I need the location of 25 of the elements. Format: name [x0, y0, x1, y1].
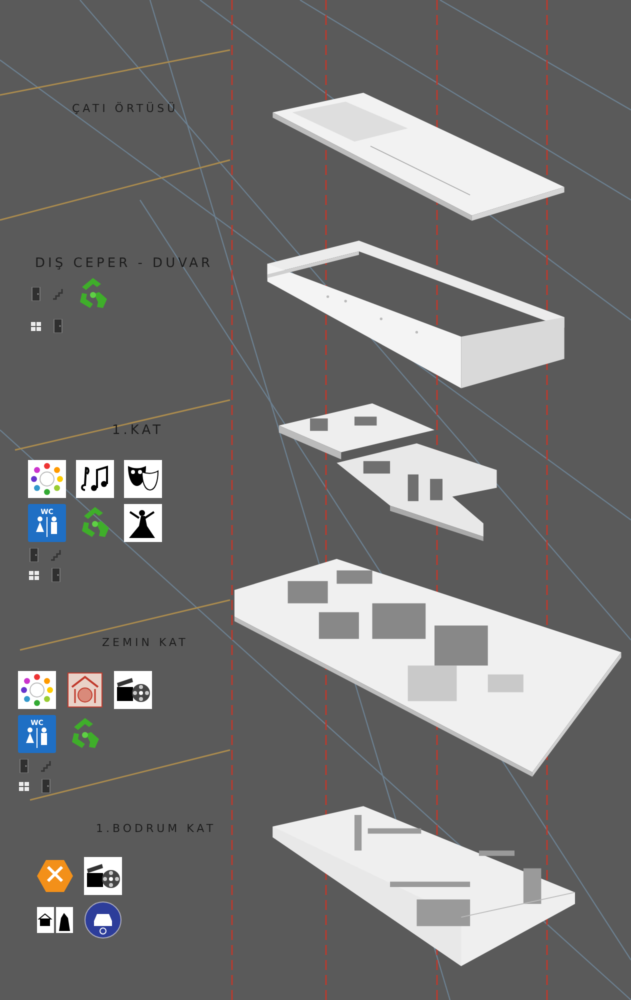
car-icon: [84, 901, 122, 939]
floor-label: 1.KAT: [112, 423, 164, 438]
floor-label: ZEMIN KAT: [102, 636, 188, 649]
window-icon: [30, 319, 42, 333]
window-icon: [18, 779, 30, 793]
window-icon: [28, 568, 40, 582]
door-icon: [52, 319, 64, 333]
film-reel-icon: [84, 857, 122, 895]
stairs-icon: [50, 548, 62, 562]
door-icon: [40, 779, 52, 793]
floor-label: DIŞ CEPER - DUVAR: [35, 256, 214, 271]
floor-label: ÇATI ÖRTÜSÜ: [72, 102, 178, 115]
door-icon: [18, 759, 30, 773]
door-icon: [28, 548, 40, 562]
door-icon: [30, 287, 42, 301]
plate-house-icon: [66, 671, 104, 709]
stairs-icon: [40, 759, 52, 773]
door-icon: [50, 568, 62, 582]
floor-label: 1.BODRUM KAT: [96, 822, 216, 835]
film-reel-icon: [114, 671, 152, 709]
tools-icon: [36, 857, 74, 895]
stairs-icon: [52, 287, 64, 301]
theater-masks-icon: [124, 460, 162, 498]
music-notes-icon: [76, 460, 114, 498]
dancer-icon: [124, 504, 162, 542]
